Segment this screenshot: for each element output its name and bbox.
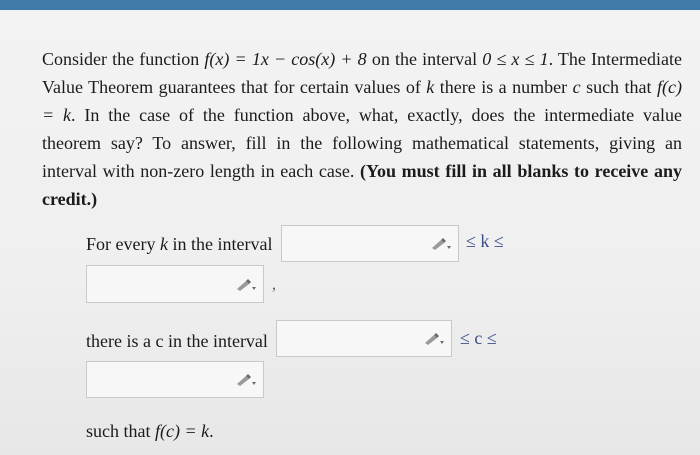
sentence-mid2: such that — [580, 77, 657, 97]
k-upper-input[interactable] — [86, 265, 264, 303]
c-inequality: ≤ c ≤ — [460, 328, 497, 348]
c-upper-input[interactable] — [86, 361, 264, 398]
function-expression: f(x) = 1x − cos(x) + 8 — [204, 49, 367, 69]
final-statement: such that f(c) = k. — [86, 420, 214, 442]
k-inequality: ≤ k ≤ — [466, 231, 504, 251]
sentence-mid: there is a number — [434, 77, 573, 97]
final-pre: such that — [86, 421, 155, 441]
c-lower-input[interactable] — [276, 320, 452, 357]
interval-expression: 0 ≤ x ≤ 1 — [482, 49, 549, 69]
k-row-label: For every k in the interval — [86, 233, 272, 255]
final-expression: f(c) = k — [155, 421, 210, 441]
question-intro: Consider the function — [42, 49, 205, 69]
pencil-icon[interactable] — [430, 237, 452, 251]
statement-comma: , — [272, 276, 276, 293]
pencil-icon[interactable] — [423, 332, 445, 346]
c-row-label: there is a c in the interval — [86, 331, 268, 351]
interval-pre: on the interval — [366, 49, 483, 69]
question-text: Consider the function f(x) = 1x − cos(x)… — [42, 45, 682, 213]
k-row-label-post: in the interval — [167, 234, 273, 254]
c-variable: c — [572, 77, 581, 97]
top-bar — [0, 0, 700, 10]
final-post: . — [209, 421, 214, 441]
pencil-icon[interactable] — [235, 373, 257, 387]
pencil-icon[interactable] — [235, 278, 257, 292]
k-row-label-pre: For every — [86, 234, 160, 254]
k-row-variable: k — [159, 234, 168, 254]
k-lower-input[interactable] — [281, 225, 459, 262]
